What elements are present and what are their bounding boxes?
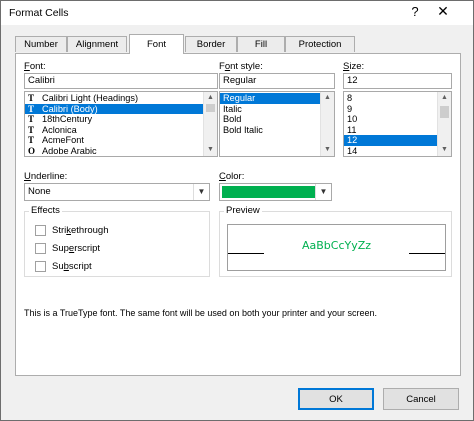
list-item-label: Regular — [223, 93, 256, 103]
font-name-input[interactable]: Calibri — [24, 73, 218, 89]
tab-fill[interactable]: Fill — [237, 36, 285, 52]
size-input[interactable]: 12 — [343, 73, 452, 89]
underline-dropdown[interactable]: None ▼ — [24, 183, 210, 201]
scroll-thumb[interactable] — [206, 104, 215, 112]
font-list[interactable]: T Calibri Light (Headings) T Calibri (Body)… — [24, 91, 218, 157]
scroll-down-icon[interactable]: ▼ — [321, 144, 334, 156]
effect-label: Superscript — [52, 243, 101, 254]
list-item[interactable]: T Aclonica — [25, 125, 217, 136]
underline-value: None — [28, 186, 51, 197]
list-item-label: Calibri Light (Headings) — [42, 93, 139, 103]
list-item-label: 12 — [347, 135, 358, 146]
scroll-up-icon[interactable]: ▲ — [204, 92, 217, 104]
chevron-down-icon[interactable]: ▼ — [315, 184, 331, 200]
color-label: Color: — [219, 171, 245, 182]
truetype-icon: T — [28, 93, 35, 103]
close-icon[interactable]: ✕ — [429, 2, 457, 20]
underline-label: Underline: — [24, 171, 68, 182]
list-item[interactable]: T AcmeFont — [25, 135, 217, 146]
list-item-label: 18thCentury — [42, 114, 93, 125]
font-label: Font: — [24, 61, 46, 72]
checkbox[interactable] — [35, 243, 46, 254]
truetype-icon: T — [28, 114, 35, 125]
list-item[interactable]: 8 — [344, 93, 451, 104]
list-item-label: 8 — [347, 93, 353, 103]
list-item[interactable]: 9 — [344, 104, 451, 115]
cancel-button[interactable]: Cancel — [383, 388, 459, 410]
size-list[interactable]: 8 9 10 11 12 14 ▲ ▼ — [343, 91, 452, 157]
list-item-label: AcmeFont — [42, 135, 84, 146]
tab-font[interactable]: Font — [129, 34, 184, 54]
format-cells-dialog: Format Cells ? ✕ Number Alignment Font B… — [0, 0, 474, 421]
list-item-label: Aclonica — [42, 124, 77, 135]
ok-button[interactable]: OK — [298, 388, 374, 410]
tab-number[interactable]: Number — [15, 36, 67, 52]
tab-protection[interactable]: Protection — [285, 36, 355, 52]
list-item-label: Italic — [223, 103, 242, 114]
font-tab-panel: Font: Calibri T Calibri Light (Headings) T… — [15, 53, 461, 376]
checkbox[interactable] — [35, 261, 46, 272]
list-item[interactable]: 14 — [344, 145, 451, 156]
tab-alignment[interactable]: Alignment — [67, 36, 127, 52]
color-dropdown[interactable]: ▼ — [219, 183, 332, 201]
effects-title: Effects — [29, 205, 62, 216]
help-icon[interactable]: ? — [401, 2, 429, 20]
list-item[interactable]: T Calibri Light (Headings) — [25, 93, 217, 104]
list-item[interactable]: T 18thCentury — [25, 114, 217, 125]
opentype-icon: O — [28, 145, 36, 156]
font-style-list[interactable]: Regular Italic Bold Bold Italic ▲ ▼ — [219, 91, 335, 157]
font-style-input[interactable]: Regular — [219, 73, 335, 89]
chevron-down-icon[interactable]: ▼ — [193, 184, 209, 200]
list-item[interactable]: T Calibri (Body) — [25, 103, 217, 115]
list-item-label: 14 — [347, 145, 358, 156]
title-bar[interactable]: Format Cells ? ✕ — [1, 1, 473, 25]
scroll-down-icon[interactable]: ▼ — [438, 144, 451, 156]
font-list-scrollbar[interactable]: ▲ ▼ — [203, 92, 217, 156]
list-item[interactable]: 10 — [344, 114, 451, 125]
effects-group: Effects Strikethrough Superscript Subscrip… — [24, 205, 210, 277]
list-item[interactable]: Regular — [220, 93, 334, 104]
scroll-up-icon[interactable]: ▲ — [438, 92, 451, 104]
truetype-icon: T — [28, 103, 35, 114]
list-item[interactable]: O Adobe Arabic — [25, 145, 217, 156]
font-style-scrollbar[interactable]: ▲ ▼ — [320, 92, 334, 156]
list-item[interactable]: Bold Italic — [220, 125, 334, 136]
tab-border[interactable]: Border — [185, 36, 237, 52]
effect-label: Subscript — [52, 261, 92, 272]
truetype-icon: T — [28, 135, 35, 146]
size-list-scrollbar[interactable]: ▲ ▼ — [437, 92, 451, 156]
scroll-thumb[interactable] — [440, 106, 449, 118]
preview-box: AaBbCcYyZz — [227, 224, 446, 271]
list-item-label: 9 — [347, 103, 353, 114]
list-item[interactable]: Italic — [220, 104, 334, 115]
list-item-label: Calibri (Body) — [42, 103, 98, 114]
preview-baseline-left — [228, 253, 264, 254]
list-item[interactable]: 12 — [344, 135, 451, 146]
list-item[interactable]: 11 — [344, 125, 451, 136]
color-swatch — [222, 186, 316, 198]
preview-baseline-right — [409, 253, 445, 254]
scroll-up-icon[interactable]: ▲ — [321, 92, 334, 104]
effect-label: Strikethrough — [52, 225, 109, 236]
list-item-label: 10 — [347, 114, 358, 125]
list-item-label: Bold Italic — [223, 124, 263, 135]
preview-title: Preview — [224, 205, 262, 216]
list-item-label: Bold — [223, 114, 242, 125]
font-style-label: Font style: — [219, 61, 263, 72]
list-item-label: 11 — [347, 124, 357, 135]
list-item[interactable]: Bold — [220, 114, 334, 125]
list-item-label: Adobe Arabic — [42, 145, 97, 156]
checkbox[interactable] — [35, 225, 46, 236]
preview-group: Preview AaBbCcYyZz — [219, 205, 452, 277]
font-info-text: This is a TrueType font. The same font w… — [24, 308, 378, 318]
scroll-down-icon[interactable]: ▼ — [204, 144, 217, 156]
window-title: Format Cells — [9, 7, 69, 19]
preview-sample-text: AaBbCcYyZz — [301, 239, 372, 252]
truetype-icon: T — [28, 124, 35, 135]
size-label: Size: — [343, 61, 365, 72]
